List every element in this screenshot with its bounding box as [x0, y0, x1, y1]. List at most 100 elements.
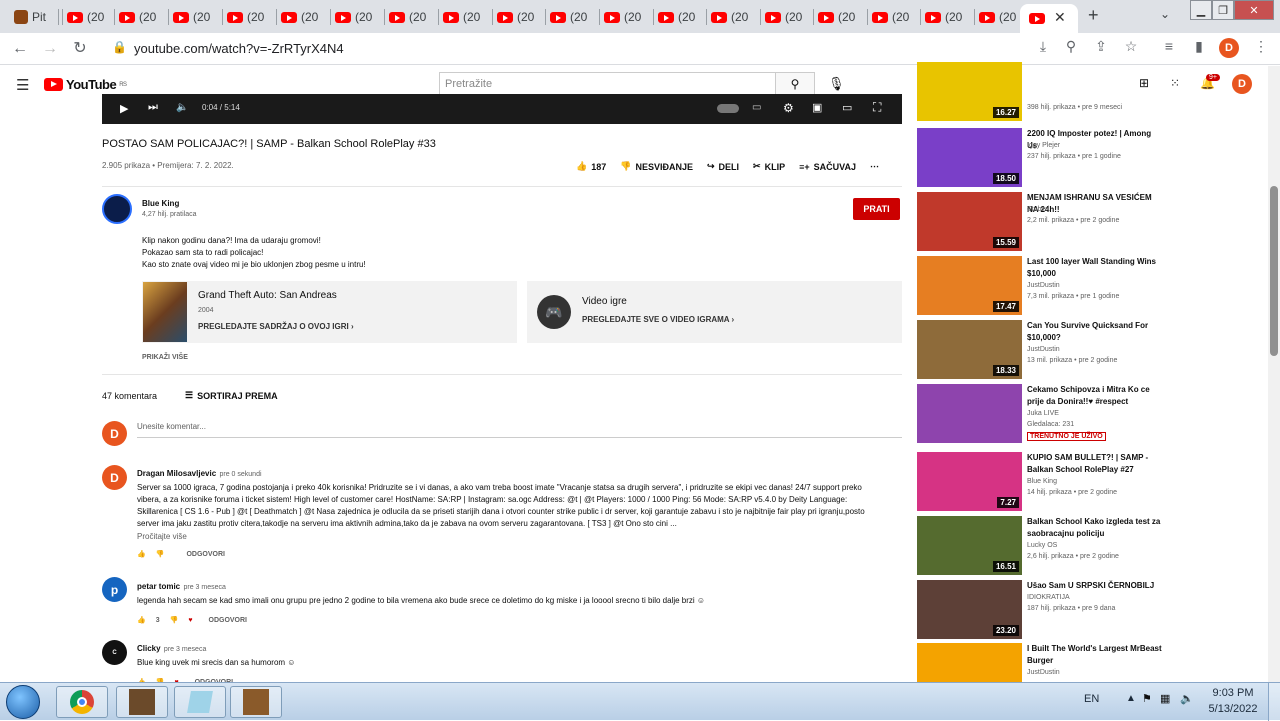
commenter-name[interactable]: Clicky — [137, 644, 161, 653]
video-title[interactable]: Balkan School Kako izgleda test za saobr… — [1027, 516, 1162, 540]
reply-button[interactable]: ODGOVORI — [209, 617, 248, 624]
commenter-avatar[interactable]: C — [102, 640, 127, 665]
tab-youtube[interactable]: (20 — [335, 5, 372, 29]
reload-icon[interactable]: ↻ — [70, 39, 90, 59]
tab-youtube[interactable]: (20 — [497, 5, 534, 29]
close-tab-icon[interactable]: ✕ — [1054, 9, 1066, 26]
video-title[interactable]: Ušao Sam U SRPSKI ČERNOBILJ — [1027, 580, 1162, 592]
play-icon[interactable]: ▶ — [120, 102, 128, 115]
video-title[interactable]: I Built The World's Largest MrBeast Burg… — [1027, 643, 1162, 667]
hamburger-icon[interactable]: ☰ — [16, 76, 29, 94]
video-title[interactable]: Can You Survive Quicksand For $10,000? — [1027, 320, 1162, 344]
more-actions-icon[interactable]: ⋯ — [870, 161, 879, 172]
tab-youtube[interactable]: (20 — [979, 5, 1016, 29]
url-text[interactable]: youtube.com/watch?v=-ZrRTyrX4N4 — [134, 41, 344, 56]
comment-time[interactable]: pre 0 sekundi — [220, 471, 262, 478]
recommended-video[interactable]: 15.59 MENJAM ISHRANU SA VESIĆEM NA 24h!! S… — [917, 192, 1162, 252]
tab-youtube[interactable]: (20 — [119, 5, 156, 29]
commenter-avatar[interactable]: D — [102, 465, 127, 490]
speaker-icon[interactable]: 🔈 — [1180, 692, 1194, 705]
thumbs-down-icon[interactable]: 👎 — [156, 550, 165, 558]
volume-icon[interactable]: 🔈 — [176, 102, 188, 113]
video-thumbnail[interactable]: 15.59 — [917, 192, 1022, 251]
game-card[interactable]: Grand Theft Auto: San Andreas 2004 PREGL… — [142, 281, 517, 343]
tray-flag-icon[interactable]: ⚑ — [1142, 692, 1152, 705]
recommended-video[interactable]: Cekamo Schipovza i Mitra Ko ce prije da … — [917, 384, 1162, 444]
settings-gear-icon[interactable]: ⚙ — [783, 101, 794, 115]
recommended-video[interactable]: 16.27 398 hilj. prikaza • pre 9 meseci — [917, 62, 1162, 126]
restore-icon[interactable]: ❐ — [1212, 0, 1234, 20]
next-icon[interactable]: ⏭ — [148, 101, 158, 114]
tray-arrow-icon[interactable]: ▲ — [1126, 693, 1136, 704]
tab-youtube[interactable]: (20 — [227, 5, 264, 29]
dislike-button[interactable]: 👎 NESVIĐANJE — [620, 161, 693, 172]
channel-name[interactable]: JustDustin — [1027, 282, 1060, 289]
recommended-video[interactable]: 7.27 KUPIO SAM BULLET?! | SAMP - Balkan S… — [917, 452, 1162, 512]
sidepanel-icon[interactable]: ▮ — [1190, 38, 1208, 55]
tab-youtube[interactable]: (20 — [818, 5, 855, 29]
clip-button[interactable]: ✂ KLIP — [753, 161, 785, 172]
thumbs-up-icon[interactable]: 👍 — [137, 616, 146, 624]
subtitles-icon[interactable]: ▭ — [752, 102, 761, 113]
taskbar-chrome[interactable] — [56, 686, 108, 718]
video-title[interactable]: Last 100 layer Wall Standing Wins $10,00… — [1027, 256, 1162, 280]
subscribe-button[interactable]: PRATI — [853, 198, 900, 220]
channel-name[interactable]: IDIOKRATIJA — [1027, 594, 1070, 601]
channel-avatar[interactable] — [102, 194, 132, 224]
tab-youtube[interactable]: (20 — [550, 5, 587, 29]
channel-name[interactable]: Blue King — [142, 199, 179, 208]
recommended-video[interactable]: 17.47 Last 100 layer Wall Standing Wins $… — [917, 256, 1162, 316]
video-player[interactable]: ▶ ⏭ 🔈 0:04 / 5:14 ▭ ⚙ ▣ ▭ ⛶ — [102, 94, 902, 124]
game-link[interactable]: PREGLEDAJTE SADRŽAJ O OVOJ IGRI › — [198, 322, 354, 331]
video-thumbnail[interactable]: 18.33 — [917, 320, 1022, 379]
start-button[interactable] — [6, 685, 40, 719]
category-card[interactable]: 🎮 Video igre PREGLEDAJTE SVE O VIDEO IGR… — [527, 281, 902, 343]
comment-input[interactable]: Unesite komentar... — [137, 422, 206, 431]
bookmark-star-icon[interactable]: ☆ — [1122, 38, 1140, 55]
channel-name[interactable]: JustDustin — [1027, 669, 1060, 676]
page-scrollbar[interactable] — [1268, 66, 1280, 682]
taskbar-app-samp[interactable] — [116, 686, 168, 718]
like-button[interactable]: 👍 187 — [576, 161, 606, 172]
tab-search-icon[interactable]: ⌄ — [1160, 7, 1170, 21]
sort-button[interactable]: ☰ SORTIRAJ PREMA — [185, 390, 278, 401]
search-input[interactable]: Pretražite — [439, 72, 776, 96]
autoplay-toggle[interactable] — [717, 104, 739, 113]
thumbs-up-icon[interactable]: 👍 — [137, 550, 146, 558]
omnibox[interactable]: 🔒 youtube.com/watch?v=-ZrRTyrX4N4 — [104, 36, 1254, 62]
recommended-video[interactable]: 16.51 Balkan School Kako izgleda test za … — [917, 516, 1162, 576]
scrollbar-thumb[interactable] — [1270, 186, 1278, 356]
youtube-logo[interactable]: YouTube RS — [44, 77, 127, 92]
video-thumbnail[interactable] — [917, 384, 1022, 443]
channel-name[interactable]: JustDustin — [1027, 346, 1060, 353]
tab-youtube[interactable]: (20 — [443, 5, 480, 29]
tab-first[interactable]: Pit — [14, 5, 46, 29]
language-indicator[interactable]: EN — [1084, 693, 1099, 705]
taskbar-app-gta[interactable] — [230, 686, 282, 718]
channel-name[interactable]: Lucky OS — [1027, 542, 1057, 549]
video-thumbnail[interactable]: 18.50 — [917, 128, 1022, 187]
video-thumbnail[interactable]: 17.47 — [917, 256, 1022, 315]
channel-name[interactable]: Stuberi — [1027, 206, 1049, 213]
reply-button[interactable]: ODGOVORI — [186, 551, 225, 558]
forward-icon[interactable]: → — [40, 39, 60, 59]
video-thumbnail[interactable]: 7.27 — [917, 452, 1022, 511]
new-tab-icon[interactable]: + — [1088, 5, 1099, 26]
channel-name[interactable]: Juka LIVE — [1027, 410, 1059, 417]
recommended-video[interactable]: 23.20 Ušao Sam U SRPSKI ČERNOBILJ IDIOKRAT… — [917, 580, 1162, 640]
channel-name[interactable]: Iggy Plejer — [1027, 142, 1060, 149]
recommended-video[interactable]: 18.33 Can You Survive Quicksand For $10,0… — [917, 320, 1162, 380]
miniplayer-icon[interactable]: ▣ — [812, 101, 822, 114]
comment-time[interactable]: pre 3 meseca — [183, 584, 225, 591]
clock-date[interactable]: 5/13/2022 — [1202, 703, 1264, 715]
video-thumbnail[interactable]: 16.27 — [917, 62, 1022, 121]
commenter-avatar[interactable]: p — [102, 577, 127, 602]
tab-youtube[interactable]: (20 — [925, 5, 962, 29]
tab-youtube[interactable]: (20 — [281, 5, 318, 29]
show-desktop-button[interactable] — [1268, 683, 1280, 721]
recommended-video[interactable]: 18.50 2200 IQ Imposter potez! | Among Us I… — [917, 128, 1162, 188]
profile-avatar[interactable]: D — [1219, 38, 1239, 58]
tab-youtube[interactable]: (20 — [872, 5, 909, 29]
search-button[interactable]: ⚲ — [775, 72, 815, 96]
theater-icon[interactable]: ▭ — [842, 101, 852, 114]
